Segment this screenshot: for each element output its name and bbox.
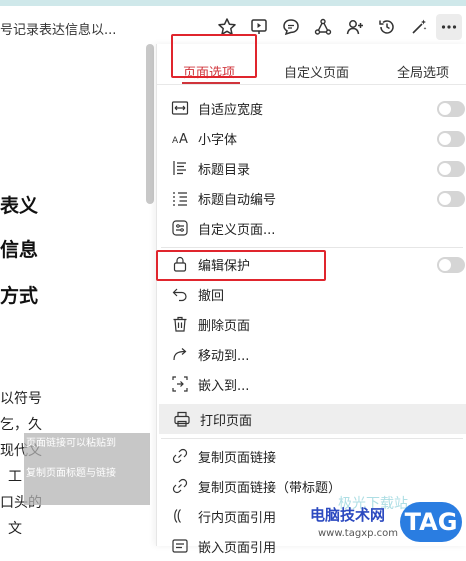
doc-text-line: 工 [8, 469, 22, 485]
action-label: 复制页面链接（带标题） [198, 481, 342, 496]
toc-icon [171, 159, 189, 177]
option-label: 标题自动编号 [198, 193, 277, 208]
graph-icon[interactable] [310, 14, 336, 40]
action-print-page[interactable]: 打印页面 [159, 404, 466, 434]
inline-ref-icon [171, 507, 189, 525]
doc-heading-2: 信息 [0, 239, 39, 261]
ai-assist-icon[interactable] [406, 14, 432, 40]
doc-heading-1: 表义 [0, 195, 39, 217]
option-customize-page[interactable]: 自定义页面... [157, 213, 466, 243]
option-small-font[interactable]: AA 小字体 [157, 123, 466, 153]
option-label: 自定义页面... [198, 223, 276, 238]
comment-icon[interactable] [278, 14, 304, 40]
action-copy-link-with-title[interactable]: 复制页面链接（带标题） [157, 471, 466, 501]
embed-ref-icon [171, 537, 189, 555]
font-size-icon: AA [171, 129, 189, 147]
watermark-url: www.tagxp.com [318, 528, 398, 539]
fit-width-icon [171, 99, 189, 117]
edit-protect-toggle[interactable] [437, 257, 465, 273]
doc-text-line: 乞，久 [0, 417, 42, 433]
action-embed-to[interactable]: 嵌入到... [157, 369, 466, 399]
embed-icon [171, 375, 189, 393]
action-copy-link[interactable]: 复制页面链接 [157, 441, 466, 471]
action-label: 嵌入页面引用 [198, 541, 277, 556]
link-icon [171, 477, 189, 495]
watermark-brand: 电脑技术网 [310, 506, 386, 524]
printer-icon [173, 410, 191, 428]
copy-link-tooltip: 页面链接可以粘贴到 复制页面标题与链接 [24, 433, 150, 505]
svg-text:A: A [179, 132, 188, 147]
action-label: 复制页面链接 [198, 451, 277, 466]
action-label: 嵌入到... [198, 379, 250, 394]
active-tab-indicator [182, 82, 240, 84]
menu-divider [161, 438, 463, 439]
doc-heading-3: 方式 [0, 285, 39, 307]
option-label: 自适应宽度 [198, 103, 264, 118]
numbered-list-icon [171, 189, 189, 207]
tab-custom-page[interactable]: 自定义页面 [284, 62, 349, 81]
window-top-strip [0, 0, 466, 6]
tooltip-text: 页面链接可以粘贴到 [26, 438, 116, 449]
trash-icon [171, 315, 189, 333]
customize-icon [171, 219, 189, 237]
option-toc[interactable]: 标题目录 [157, 153, 466, 183]
action-label: 撤回 [198, 289, 225, 304]
option-label: 小字体 [198, 133, 238, 148]
more-icon[interactable] [436, 14, 462, 40]
fit-width-toggle[interactable] [437, 101, 465, 117]
small-font-toggle[interactable] [437, 131, 465, 147]
action-label: 移动到... [198, 349, 250, 364]
annotation-highlight-tab [171, 34, 257, 78]
option-label: 标题目录 [198, 163, 251, 178]
menu-divider [161, 247, 463, 248]
history-icon[interactable] [374, 14, 400, 40]
tooltip-text: 复制页面标题与链接 [26, 468, 116, 479]
option-auto-numbering[interactable]: 标题自动编号 [157, 183, 466, 213]
svg-text:A: A [172, 136, 179, 146]
action-undo[interactable]: 撤回 [157, 279, 466, 309]
undo-icon [171, 285, 189, 303]
action-label: 删除页面 [198, 319, 251, 334]
link-icon [171, 447, 189, 465]
annotation-highlight-edit-protect [156, 250, 326, 281]
option-fit-width[interactable]: 自适应宽度 [157, 93, 466, 123]
auto-numbering-toggle[interactable] [437, 191, 465, 207]
share-user-icon[interactable] [342, 14, 368, 40]
document-title: 号记录表达信息以... [0, 23, 117, 38]
toc-toggle[interactable] [437, 161, 465, 177]
tab-global-options[interactable]: 全局选项 [397, 62, 449, 81]
action-delete-page[interactable]: 删除页面 [157, 309, 466, 339]
page-options-panel: 页面选项 自定义页面 全局选项 自适应宽度 AA 小字体 标题目录 标题自动编号… [156, 44, 466, 556]
doc-text-line: 以符号 [0, 391, 42, 407]
move-icon [171, 345, 189, 363]
document-scrollbar[interactable] [146, 44, 154, 204]
doc-text-line: 文 [8, 521, 22, 537]
action-move-to[interactable]: 移动到... [157, 339, 466, 369]
action-label: 打印页面 [200, 414, 253, 429]
watermark-logo: TAG [400, 502, 462, 542]
action-label: 行内页面引用 [198, 511, 277, 526]
